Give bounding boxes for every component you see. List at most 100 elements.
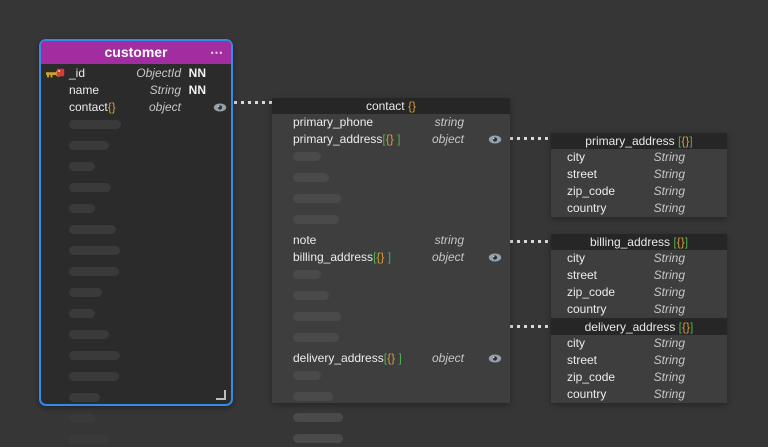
collapsed-field-row [41, 267, 231, 284]
field-row-city[interactable]: city String [551, 250, 727, 267]
collapsed-field-row [272, 392, 510, 409]
bracket-glyph: ] [689, 134, 693, 148]
field-placeholder-bar [293, 291, 329, 300]
collapsed-field-row [41, 246, 231, 263]
field-placeholder-bar [69, 393, 100, 402]
field-placeholder-bar [69, 120, 121, 129]
panel-contact[interactable]: contact {} primary_phone string primary_ad… [272, 98, 510, 443]
panel-billing_address-fields: city String street String zip_code String coun… [551, 250, 727, 318]
entity-customer-header[interactable]: customer ⋯ [41, 41, 231, 64]
field-row-country[interactable]: country String [551, 200, 727, 217]
field-row-street[interactable]: street String [551, 166, 727, 183]
panel-contact-header[interactable]: contact {} [272, 98, 510, 114]
field-placeholder-bar [293, 392, 333, 401]
panel-primary_address-title: primary_address [585, 134, 675, 148]
field-row-city[interactable]: city String [551, 335, 727, 352]
field-row-country[interactable]: country String [551, 301, 727, 318]
collapsed-field-row [41, 183, 231, 200]
panel-primary_address-header[interactable]: primary_address [{}] [551, 133, 727, 149]
field-row-country[interactable]: country String [551, 386, 727, 403]
field-name-wrap: primary_phone [293, 114, 373, 131]
collapsed-field-row [41, 414, 231, 431]
diagram-canvas[interactable]: customer ⋯ _id ObjectId NN name String NN cont… [0, 0, 768, 447]
field-type: ObjectId [136, 66, 181, 80]
type-decor: {} [408, 99, 416, 113]
field-row-zip_code[interactable]: zip_code String [551, 369, 727, 386]
panel-billing_address[interactable]: billing_address [{}] city String street Stri… [551, 234, 727, 318]
field-name-wrap: name [69, 82, 99, 99]
connector-customer-contact [234, 101, 272, 104]
field-row-delivery_address[interactable]: delivery_address[{} ] object [272, 350, 510, 367]
field-row-contact[interactable]: contact{} object [41, 99, 231, 116]
collapsed-field-row [41, 435, 231, 447]
field-row-primary_address[interactable]: primary_address[{} ] object [272, 131, 510, 148]
collapsed-field-row [272, 291, 510, 308]
field-placeholder-bar [69, 225, 116, 234]
field-name: delivery_address [293, 351, 384, 365]
collapsed-field-row [41, 309, 231, 326]
field-type: String [653, 251, 685, 265]
collapsed-field-row [272, 215, 510, 232]
field-row-name[interactable]: name String NN [41, 82, 231, 99]
field-name-wrap: contact{} [69, 99, 116, 116]
field-name-wrap: street [567, 352, 597, 369]
entity-customer[interactable]: customer ⋯ _id ObjectId NN name String NN cont… [39, 39, 233, 444]
collapsed-field-row [41, 393, 231, 410]
menu-dots-icon[interactable]: ⋯ [210, 41, 224, 64]
field-row-note[interactable]: note string [272, 232, 510, 249]
field-name: name [69, 83, 100, 97]
field-placeholder-bar [293, 173, 329, 182]
field-name-wrap: city [567, 335, 585, 352]
field-type: String [653, 167, 685, 181]
field-row-street[interactable]: street String [551, 352, 727, 369]
field-name-wrap: city [567, 149, 585, 166]
panel-primary_address[interactable]: primary_address [{}] city String street Stri… [551, 133, 727, 217]
field-placeholder-bar [69, 162, 95, 171]
panel-delivery_address-header[interactable]: delivery_address [{}] [551, 319, 727, 335]
collapsed-field-row [41, 288, 231, 305]
connector-contact-delivery-address [503, 325, 551, 328]
brace-glyph: } [412, 99, 417, 113]
bracket-glyph: ] [397, 132, 401, 146]
collapsed-field-row [272, 194, 510, 211]
field-name: street [567, 167, 598, 181]
brace-glyph: } [389, 132, 394, 146]
field-row-zip_code[interactable]: zip_code String [551, 183, 727, 200]
collapsed-field-row [272, 152, 510, 169]
panel-contact-title-decor: {} [408, 99, 416, 113]
field-type: object [431, 250, 464, 264]
field-type: String [653, 336, 685, 350]
eye-icon[interactable] [213, 102, 227, 113]
field-row-street[interactable]: street String [551, 267, 727, 284]
panel-billing_address-header[interactable]: billing_address [{}] [551, 234, 727, 250]
field-name-wrap: primary_address[{} ] [293, 131, 400, 148]
field-name-wrap: country [567, 200, 606, 217]
bracket-glyph: ] [398, 351, 402, 365]
collapsed-field-row [272, 333, 510, 350]
panel-delivery_address[interactable]: delivery_address [{}] city String street Str… [551, 319, 727, 403]
panel-delivery_address-title: delivery_address [584, 320, 676, 334]
type-decor: [{} ] [382, 132, 400, 146]
eye-icon[interactable] [488, 134, 502, 145]
field-name-wrap: street [567, 267, 597, 284]
brace-glyph: } [111, 100, 116, 114]
field-name: street [567, 268, 598, 282]
type-decor: [{}] [675, 134, 693, 148]
field-row-zip_code[interactable]: zip_code String [551, 284, 727, 301]
type-decor: [{} ] [384, 351, 402, 365]
eye-icon[interactable] [488, 252, 502, 263]
eye-icon[interactable] [488, 353, 502, 364]
resize-handle-icon[interactable] [216, 390, 226, 400]
field-row-_id[interactable]: _id ObjectId NN [41, 65, 231, 82]
field-name: billing_address [293, 250, 374, 264]
collapsed-field-row [41, 204, 231, 221]
field-name: primary_address [293, 132, 383, 146]
field-placeholder-bar [69, 288, 102, 297]
field-name-wrap: country [567, 301, 606, 318]
field-type: object [431, 351, 464, 365]
field-row-billing_address[interactable]: billing_address[{} ] object [272, 249, 510, 266]
field-row-city[interactable]: city String [551, 149, 727, 166]
collapsed-field-row [41, 162, 231, 179]
not-null-badge: NN [188, 83, 206, 97]
field-row-primary_phone[interactable]: primary_phone string [272, 114, 510, 131]
